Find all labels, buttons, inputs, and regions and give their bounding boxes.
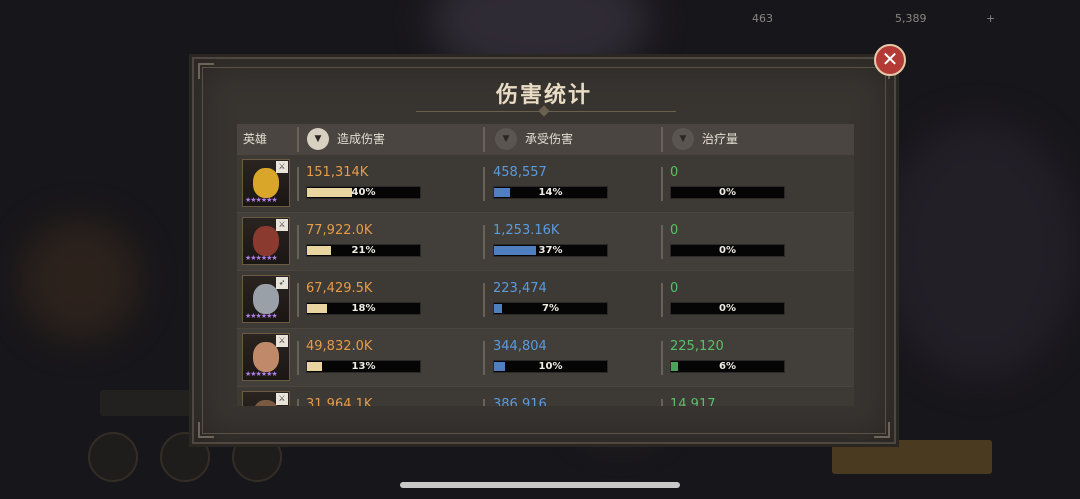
- class-icon: ➶: [276, 277, 288, 289]
- healing-value: 14,917: [670, 397, 716, 406]
- table-row[interactable]: ★★★★★★ ⚔ 151,314K 40% 458,557 14% 0 0%: [237, 155, 854, 213]
- healing-bar: 0%: [670, 302, 785, 315]
- food-counter: 5,389: [895, 12, 927, 25]
- hero-portrait[interactable]: ★★★★★★⚔: [242, 217, 290, 265]
- hero-portrait[interactable]: ★★★★★★⚔: [242, 333, 290, 381]
- menu-button-1[interactable]: [88, 432, 138, 482]
- damage-dealt-value: 77,922.0K: [306, 223, 373, 238]
- close-button[interactable]: ✕: [874, 44, 906, 76]
- hero-portrait[interactable]: ★★★★★★⚔: [242, 159, 290, 207]
- sort-damage-dealt-icon[interactable]: ▼: [307, 128, 329, 150]
- class-icon: ⚔: [276, 335, 288, 347]
- damage-dealt-value: 31,964.1K: [306, 397, 373, 406]
- damage-taken-bar: 10%: [493, 360, 608, 373]
- damage-dealt-bar: 40%: [306, 186, 421, 199]
- home-indicator[interactable]: [400, 482, 680, 488]
- damage-taken-bar: 14%: [493, 186, 608, 199]
- damage-taken-value: 223,474: [493, 281, 547, 296]
- damage-taken-value: 344,804: [493, 339, 547, 354]
- damage-dealt-value: 151,314K: [306, 165, 369, 180]
- damage-taken-value: 1,253.16K: [493, 223, 560, 238]
- class-icon: ⚔: [276, 393, 288, 405]
- damage-dealt-bar: 18%: [306, 302, 421, 315]
- healing-value: 0: [670, 165, 679, 180]
- healing-bar: 6%: [670, 360, 785, 373]
- damage-taken-value: 458,557: [493, 165, 547, 180]
- table-row[interactable]: ★★★★★★ ⚔ 49,832.0K 13% 344,804 10% 225,12…: [237, 329, 854, 387]
- hero-portrait[interactable]: ★★★★★★⚔: [242, 391, 290, 406]
- healing-value: 0: [670, 223, 679, 238]
- add-resource-button[interactable]: +: [986, 8, 995, 30]
- hero-portrait[interactable]: ★★★★★★ ➶: [242, 275, 290, 323]
- damage-dealt-value: 67,429.5K: [306, 281, 373, 296]
- healing-value: 0: [670, 281, 679, 296]
- header-hero: 英雄: [243, 132, 268, 146]
- chat-preview[interactable]: [100, 390, 190, 416]
- table-row[interactable]: ★★★★★★ ⚔ 77,922.0K 21% 1,253.16K 37% 0 0%: [237, 213, 854, 271]
- battle-button[interactable]: [832, 440, 992, 474]
- damage-dealt-bar: 21%: [306, 244, 421, 257]
- table-row[interactable]: ★★★★★★⚔ 31,964.1K 386,916 14,917: [237, 387, 854, 406]
- table-row[interactable]: ★★★★★★ ➶ 67,429.5K 18% 223,474 7% 0 0%: [237, 271, 854, 329]
- hero-stats-list[interactable]: ★★★★★★ ⚔ 151,314K 40% 458,557 14% 0 0% ★★…: [237, 155, 854, 406]
- healing-bar: 0%: [670, 244, 785, 257]
- damage-taken-bar: 7%: [493, 302, 608, 315]
- class-icon: ⚔: [276, 219, 288, 231]
- sort-healing-icon[interactable]: ▼: [672, 128, 694, 150]
- damage-dealt-bar: 13%: [306, 360, 421, 373]
- table-header: 英雄 ▼ 造成伤害 ▼ 承受伤害 ▼ 治疗量: [237, 124, 854, 155]
- header-damage-dealt[interactable]: 造成伤害: [337, 124, 385, 155]
- healing-value: 225,120: [670, 339, 724, 354]
- damage-taken-value: 386,916: [493, 397, 547, 406]
- sort-damage-taken-icon[interactable]: ▼: [495, 128, 517, 150]
- header-damage-taken[interactable]: 承受伤害: [525, 124, 573, 155]
- damage-taken-bar: 37%: [493, 244, 608, 257]
- gems-counter: 463: [752, 12, 773, 25]
- damage-dealt-value: 49,832.0K: [306, 339, 373, 354]
- header-healing[interactable]: 治疗量: [702, 124, 738, 155]
- panel-title: 伤害统计: [495, 83, 592, 108]
- healing-bar: 0%: [670, 186, 785, 199]
- class-icon: ⚔: [276, 161, 288, 173]
